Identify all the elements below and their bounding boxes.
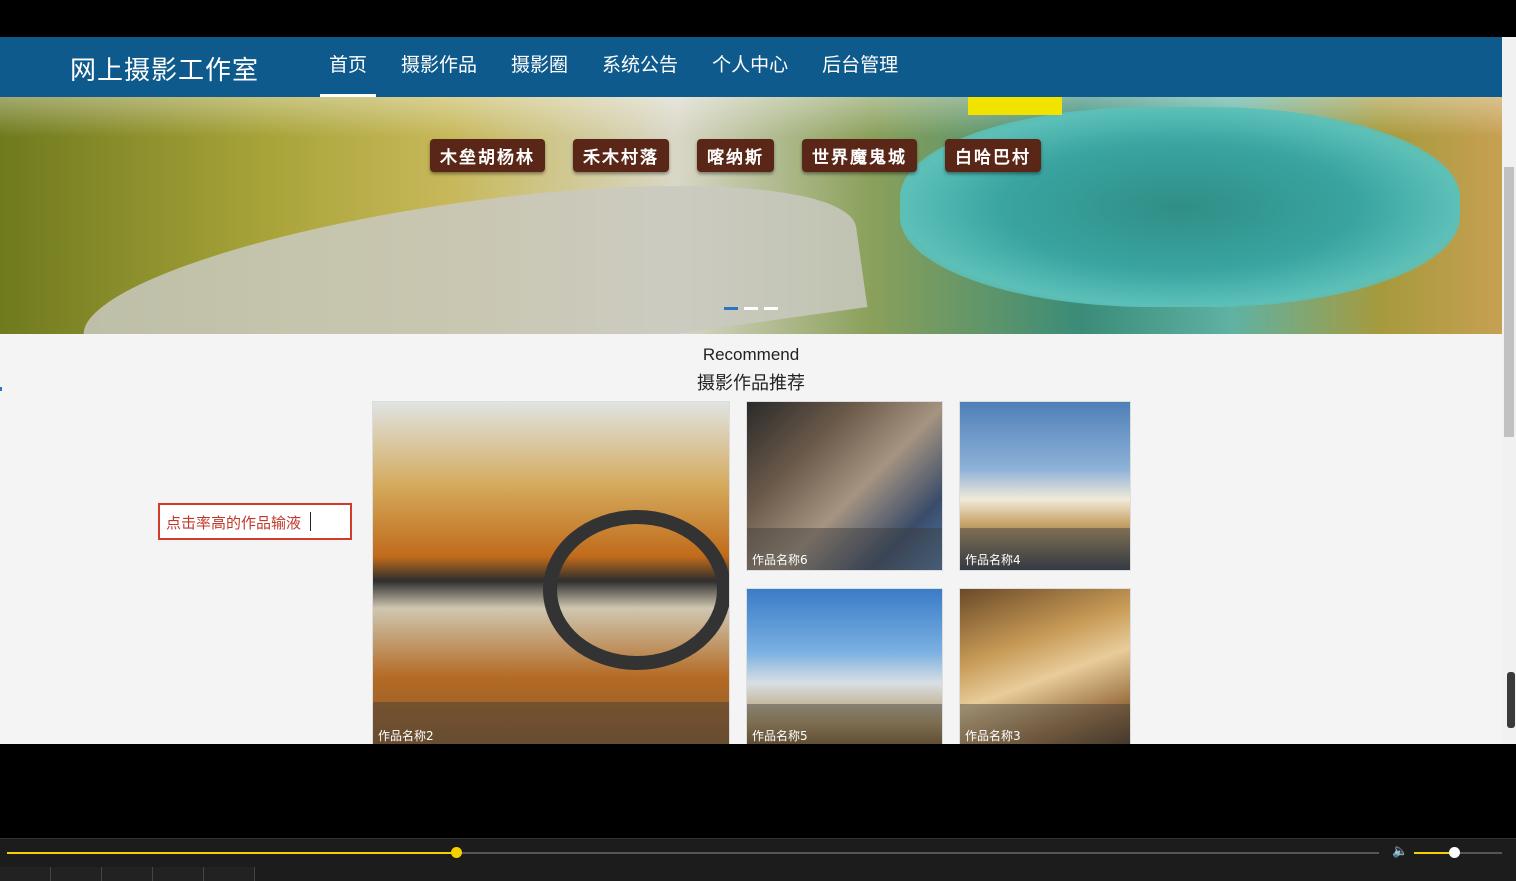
- search-input[interactable]: 点击率高的作品输液: [158, 503, 352, 540]
- section-title-cn: 摄影作品推荐: [697, 373, 805, 394]
- banner-tag: 世界魔鬼城: [802, 139, 917, 172]
- player-tab[interactable]: [153, 867, 204, 881]
- volume-handle[interactable]: [1448, 847, 1460, 858]
- banner-lake-image: [900, 107, 1460, 307]
- work-image-bridge: [543, 510, 729, 670]
- banner-tags: 木垒胡杨林 禾木村落 喀纳斯 世界魔鬼城 白哈巴村: [430, 139, 1041, 172]
- work-caption-bar: 作品名称5: [747, 704, 942, 744]
- seek-bar[interactable]: [7, 847, 1379, 858]
- seek-handle[interactable]: [450, 847, 462, 858]
- banner-yellow-block: [968, 97, 1062, 115]
- work-caption-bar: 作品名称3: [960, 704, 1130, 744]
- volume-slider[interactable]: [1414, 847, 1502, 858]
- work-caption: 作品名称4: [965, 553, 1021, 567]
- nav-works[interactable]: 摄影作品: [384, 37, 494, 97]
- main-nav: 首页 摄影作品 摄影圈 系统公告 个人中心 后台管理: [312, 37, 915, 97]
- work-caption-bar: 作品名称4: [960, 528, 1130, 570]
- work-caption-bar: 作品名称2: [373, 702, 729, 744]
- player-tab[interactable]: [51, 867, 102, 881]
- nav-admin[interactable]: 后台管理: [805, 37, 915, 97]
- page-scrollbar[interactable]: [1502, 37, 1516, 744]
- player-tab[interactable]: [0, 867, 51, 881]
- work-card[interactable]: 作品名称4: [959, 401, 1131, 571]
- seek-progress: [7, 852, 456, 854]
- nav-home[interactable]: 首页: [312, 37, 384, 97]
- work-caption: 作品名称5: [752, 729, 808, 743]
- browser-viewport: 网上摄影工作室 首页 摄影作品 摄影圈 系统公告 个人中心 后台管理 木垒胡杨林…: [0, 37, 1516, 744]
- carousel-dot[interactable]: [724, 307, 738, 310]
- nav-circle[interactable]: 摄影圈: [494, 37, 585, 97]
- scrollbar-grip[interactable]: [1507, 672, 1515, 728]
- player-toolbar: [0, 867, 255, 881]
- work-caption: 作品名称3: [965, 729, 1021, 743]
- banner-tag: 木垒胡杨林: [430, 139, 545, 172]
- volume-icon[interactable]: 🔈: [1392, 845, 1408, 859]
- site-brand[interactable]: 网上摄影工作室: [70, 50, 259, 87]
- work-card[interactable]: 作品名称2: [372, 401, 730, 744]
- work-caption-bar: 作品名称6: [747, 528, 942, 570]
- work-caption: 作品名称2: [378, 729, 434, 743]
- video-player-controls: 🔈: [0, 838, 1516, 881]
- banner-tag: 禾木村落: [573, 139, 669, 172]
- top-navbar: 网上摄影工作室 首页 摄影作品 摄影圈 系统公告 个人中心 后台管理: [0, 37, 1502, 98]
- section-title-en: Recommend: [702, 345, 800, 364]
- banner-tag: 喀纳斯: [697, 139, 774, 172]
- volume-level: [1414, 852, 1454, 854]
- scrollbar-thumb[interactable]: [1504, 167, 1514, 437]
- nav-profile[interactable]: 个人中心: [695, 37, 805, 97]
- hero-banner[interactable]: 木垒胡杨林 禾木村落 喀纳斯 世界魔鬼城 白哈巴村: [0, 97, 1502, 334]
- carousel-dot[interactable]: [764, 307, 778, 310]
- work-card[interactable]: 作品名称3: [959, 588, 1131, 744]
- work-card[interactable]: 作品名称6: [746, 401, 943, 571]
- work-caption: 作品名称6: [752, 553, 808, 567]
- nav-announcements[interactable]: 系统公告: [585, 37, 695, 97]
- banner-tag: 白哈巴村: [945, 139, 1041, 172]
- player-tab[interactable]: [204, 867, 255, 881]
- player-tab[interactable]: [102, 867, 153, 881]
- work-card[interactable]: 作品名称5: [746, 588, 943, 744]
- carousel-indicators: [724, 307, 778, 310]
- carousel-dot[interactable]: [744, 307, 758, 310]
- text-cursor: [310, 512, 311, 531]
- search-input-value: 点击率高的作品输液: [166, 514, 302, 532]
